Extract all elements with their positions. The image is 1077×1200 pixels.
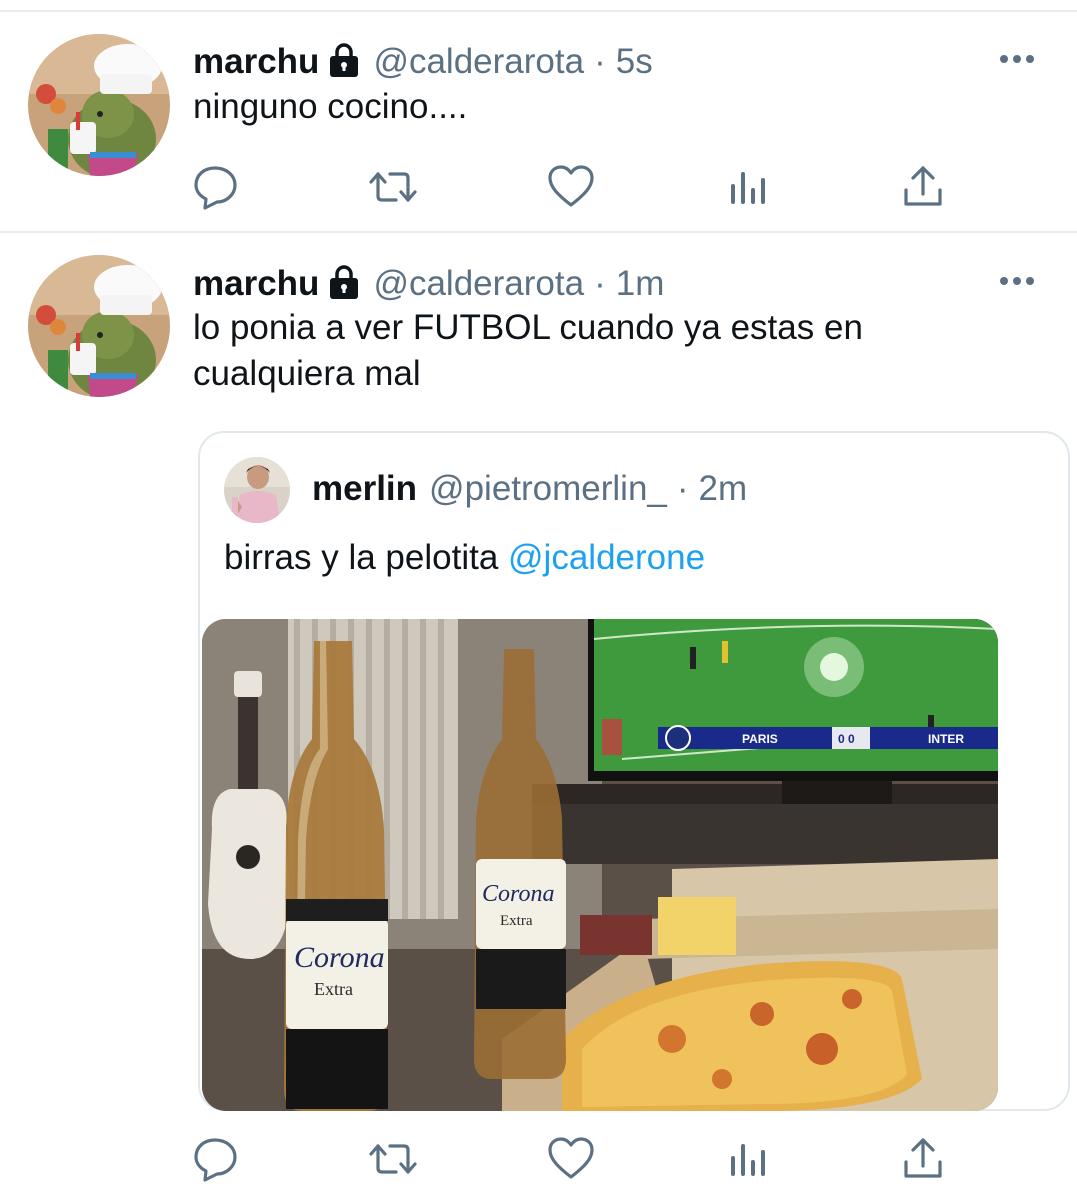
tweet[interactable]: marchu @calderarota · 5s ninguno cocino.… bbox=[0, 0, 1077, 231]
quoted-header: merlin @pietromerlin_ · 2m bbox=[312, 469, 747, 509]
display-name[interactable]: marchu bbox=[193, 264, 319, 304]
quoted-avatar[interactable] bbox=[224, 457, 290, 523]
tweet-actions bbox=[0, 162, 1077, 212]
reply-icon[interactable] bbox=[191, 162, 241, 212]
more-icon[interactable] bbox=[999, 52, 1035, 64]
quoted-timestamp[interactable]: 2m bbox=[699, 469, 748, 509]
tv-away-team: INTER bbox=[928, 732, 964, 746]
quoted-text-body: birras y la pelotita bbox=[224, 538, 499, 577]
share-icon[interactable] bbox=[898, 162, 948, 212]
tweet-actions bbox=[0, 1134, 1077, 1184]
heart-icon[interactable] bbox=[546, 1134, 596, 1184]
bottle-sub-label: Extra bbox=[500, 913, 533, 929]
separator-dot: · bbox=[594, 42, 606, 81]
tweet-header: marchu @calderarota · 5s bbox=[193, 40, 653, 84]
analytics-icon[interactable] bbox=[724, 162, 774, 212]
retweet-icon[interactable] bbox=[368, 162, 418, 212]
lock-icon bbox=[329, 265, 359, 299]
bottle-brand-label: Corona bbox=[294, 941, 385, 974]
tweet-text: lo ponia a ver FUTBOL cuando ya estas en… bbox=[193, 308, 863, 393]
tv-score: 0 0 bbox=[838, 732, 855, 746]
tv-home-team: PARIS bbox=[742, 732, 778, 746]
separator-dot: · bbox=[676, 469, 689, 508]
reply-icon[interactable] bbox=[191, 1134, 241, 1184]
avatar[interactable] bbox=[28, 34, 170, 176]
quoted-tweet[interactable]: merlin @pietromerlin_ · 2m birras y la p… bbox=[198, 431, 1070, 1111]
display-name[interactable]: marchu bbox=[193, 42, 319, 82]
lock-icon bbox=[329, 43, 359, 77]
quoted-display-name[interactable]: merlin bbox=[312, 469, 417, 509]
more-icon[interactable] bbox=[999, 274, 1035, 286]
avatar[interactable] bbox=[28, 255, 170, 397]
quoted-text: birras y la pelotita @jcalderone bbox=[224, 535, 705, 581]
timestamp[interactable]: 1m bbox=[616, 264, 665, 304]
bottle-brand-label: Corona bbox=[482, 881, 554, 907]
heart-icon[interactable] bbox=[546, 162, 596, 212]
bottle-sub-label: Extra bbox=[314, 979, 353, 999]
tweet-photo[interactable]: PARIS 0 0 INTER Corona Extra Corona Extr… bbox=[202, 619, 998, 1111]
tweet-header: marchu @calderarota · 1m bbox=[193, 262, 664, 306]
tv-screen: PARIS 0 0 INTER bbox=[588, 619, 998, 781]
separator-dot: · bbox=[594, 264, 606, 303]
handle[interactable]: @calderarota bbox=[373, 264, 584, 304]
quoted-handle[interactable]: @pietromerlin_ bbox=[429, 469, 667, 509]
share-icon[interactable] bbox=[898, 1134, 948, 1184]
cigarette-pack bbox=[580, 915, 652, 955]
handle[interactable]: @calderarota bbox=[373, 42, 584, 82]
mention-link[interactable]: @jcalderone bbox=[508, 538, 705, 577]
analytics-icon[interactable] bbox=[724, 1134, 774, 1184]
timestamp[interactable]: 5s bbox=[616, 42, 653, 82]
retweet-icon[interactable] bbox=[368, 1134, 418, 1184]
tweet-text: ninguno cocino.... bbox=[193, 87, 468, 126]
